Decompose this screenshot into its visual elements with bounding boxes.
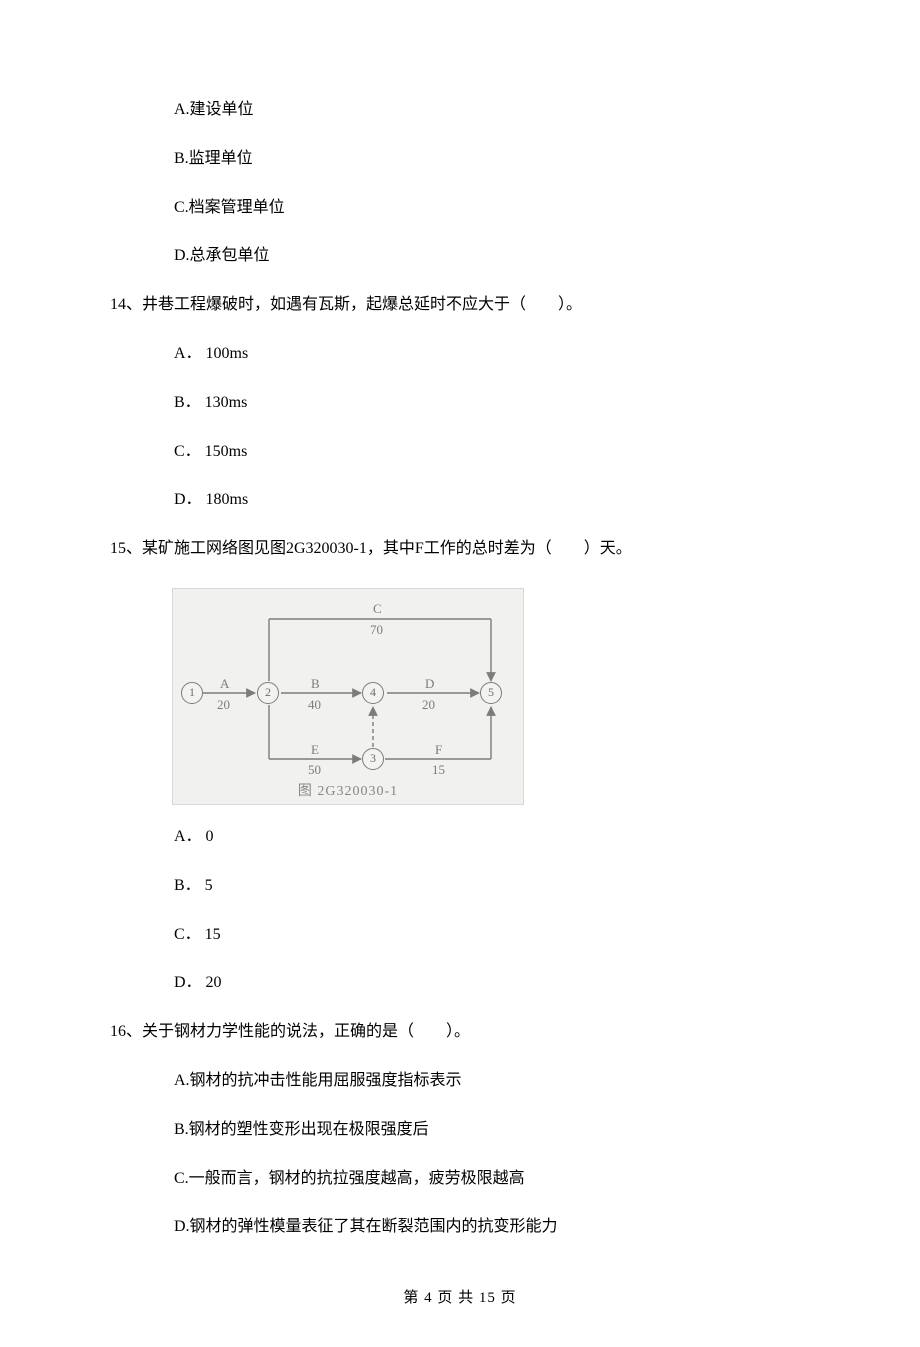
network-diagram: 1 2 3 4 5 A 20 B 40 C 70 D 20 E 50 F 15 …: [172, 588, 524, 805]
q13-option-c: C.档案管理单位: [174, 198, 810, 219]
q16-stem: 16、关于钢材力学性能的说法，正确的是（ ）。: [110, 1022, 810, 1043]
q13-option-b: B.监理单位: [174, 149, 810, 170]
q16-option-b: B.钢材的塑性变形出现在极限强度后: [174, 1120, 810, 1141]
q15-option-b: B． 5: [174, 876, 810, 897]
network-caption: 图 2G320030-1: [173, 780, 523, 800]
activity-d-label: D: [425, 676, 434, 692]
q14-option-a: A． 100ms: [174, 344, 810, 365]
activity-c-value: 70: [370, 622, 383, 638]
q15-option-a: A． 0: [174, 827, 810, 848]
q14-option-b: B． 130ms: [174, 393, 810, 414]
activity-e-label: E: [311, 742, 319, 758]
q15-option-c: C． 15: [174, 925, 810, 946]
node-5: 5: [480, 682, 502, 704]
activity-b-label: B: [311, 676, 320, 692]
q14-option-d: D． 180ms: [174, 490, 810, 511]
q13-option-d: D.总承包单位: [174, 246, 810, 267]
activity-e-value: 50: [308, 762, 321, 778]
q16-option-c: C.一般而言，钢材的抗拉强度越高，疲劳极限越高: [174, 1169, 810, 1190]
q14-option-c: C． 150ms: [174, 442, 810, 463]
activity-f-label: F: [435, 742, 442, 758]
q15-stem: 15、某矿施工网络图见图2G320030-1，其中F工作的总时差为（ ）天。: [110, 539, 810, 560]
node-4: 4: [362, 682, 384, 704]
page-footer: 第 4 页 共 15 页: [110, 1286, 810, 1307]
node-1: 1: [181, 682, 203, 704]
q16-option-d: D.钢材的弹性模量表征了其在断裂范围内的抗变形能力: [174, 1217, 810, 1238]
activity-f-value: 15: [432, 762, 445, 778]
activity-c-label: C: [373, 601, 382, 617]
activity-a-label: A: [220, 676, 229, 692]
activity-b-value: 40: [308, 697, 321, 713]
node-2: 2: [257, 682, 279, 704]
activity-d-value: 20: [422, 697, 435, 713]
q15-option-d: D． 20: [174, 973, 810, 994]
node-3: 3: [362, 748, 384, 770]
q16-option-a: A.钢材的抗冲击性能用屈服强度指标表示: [174, 1071, 810, 1092]
q13-option-a: A.建设单位: [174, 100, 810, 121]
q14-stem: 14、井巷工程爆破时，如遇有瓦斯，起爆总延时不应大于（ ）。: [110, 295, 810, 316]
activity-a-value: 20: [217, 697, 230, 713]
